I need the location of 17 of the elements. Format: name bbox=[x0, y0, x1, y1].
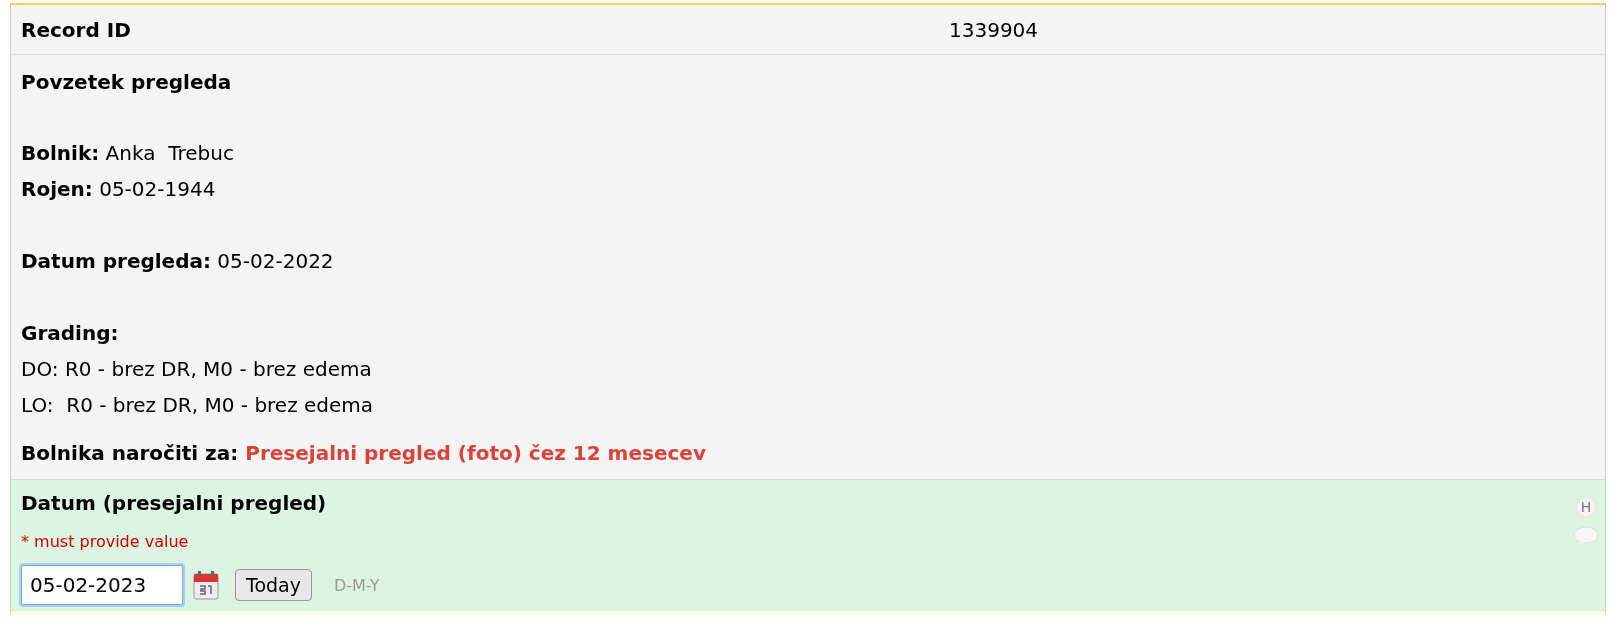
record-id-value: 1339904 bbox=[949, 17, 1039, 42]
appointment-text: Bolnika naročiti za: Presejalni pregled (foto) čez 12 mesecev bbox=[21, 440, 707, 467]
section-title: Povzetek pregleda bbox=[21, 69, 233, 96]
summary-line: Grading: bbox=[21, 320, 120, 347]
calendar-icon[interactable] bbox=[193, 570, 219, 600]
history-icon[interactable]: H bbox=[1575, 496, 1597, 518]
field-label: Datum (presejalni pregled) bbox=[21, 490, 327, 517]
summary-line: DO: R0 - brez DR, M0 - brez edema bbox=[21, 356, 373, 383]
summary-line: Rojen: 05-02-1944 bbox=[21, 176, 217, 203]
today-button[interactable]: Today bbox=[235, 569, 312, 601]
summary-line: Datum pregleda: 05-02-2022 bbox=[21, 248, 335, 275]
date-input[interactable]: 05-02-2023 bbox=[21, 565, 183, 605]
summary-line: LO: R0 - brez DR, M0 - brez edema bbox=[21, 392, 375, 419]
summary-line: Bolnik: Anka Trebuc bbox=[21, 140, 235, 167]
field-label: Record ID bbox=[21, 17, 132, 42]
required-note: * must provide value bbox=[21, 532, 189, 551]
format-hint: D-M-Y bbox=[333, 575, 380, 595]
